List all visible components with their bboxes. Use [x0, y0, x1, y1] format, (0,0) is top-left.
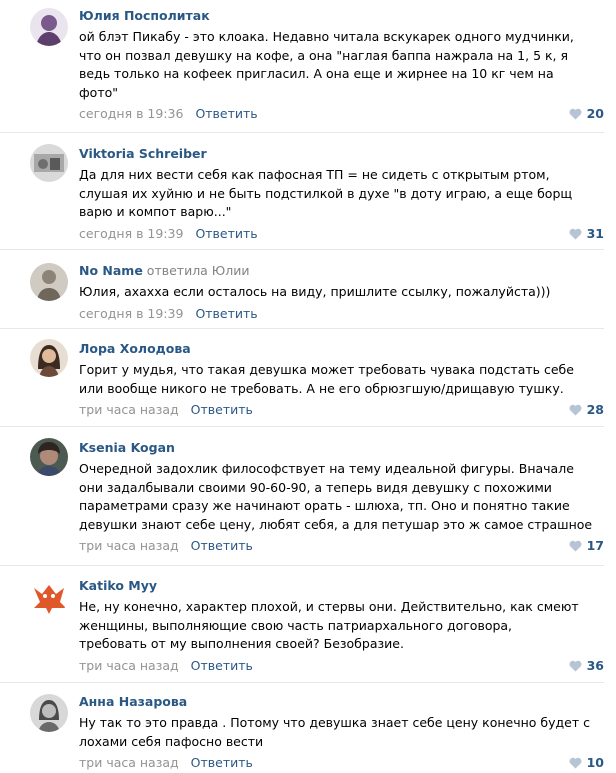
avatar[interactable] — [30, 144, 68, 182]
comment-meta: сегодня в 19:39 Ответить 31 — [79, 225, 604, 243]
comment-timestamp[interactable]: три часа назад — [79, 538, 179, 553]
comment-text: Горит у мудья, что такая девушка может т… — [79, 361, 604, 398]
comment-timestamp[interactable]: три часа назад — [79, 755, 179, 770]
comment-text-line: варю и компот варю..." — [79, 204, 232, 219]
comment-text-line: требовать от му выполнения своей? Безобр… — [79, 636, 404, 651]
comment-author: Юлия Посполитак — [79, 7, 604, 25]
avatar[interactable] — [30, 8, 68, 46]
comment-text: Юлия, ахахха если осталось на виду, приш… — [79, 283, 604, 302]
heart-icon — [569, 757, 582, 769]
heart-icon — [569, 404, 582, 416]
comment-text-line: ой блэт Пикабу - это клоака. Недавно чит… — [79, 29, 574, 44]
comment-text-line: параметрами сразу же начинают орать - шл… — [79, 498, 570, 513]
author-name-link[interactable]: Анна Назарова — [79, 694, 187, 709]
comment-text-line: или вообще никого не требовать. А не его… — [79, 380, 564, 396]
reply-button[interactable]: Ответить — [195, 226, 257, 241]
comment: Юлия Посполитак ой блэт Пикабу - это кло… — [0, 0, 604, 133]
comment-text-line: что он позвал девушку на кофе, а она "на… — [79, 47, 569, 63]
reply-button[interactable]: Ответить — [191, 538, 253, 553]
comment-meta: три часа назад Ответить 28 — [79, 401, 604, 419]
like-button[interactable]: 36 — [569, 657, 604, 675]
comment-text: Ну так то это правда . Потому что девушк… — [79, 714, 604, 751]
like-count: 36 — [586, 657, 604, 673]
author-name-link[interactable]: No Name — [79, 263, 143, 278]
comment: Katiko Myy Не, ну конечно, характер плох… — [0, 566, 604, 683]
reply-button[interactable]: Ответить — [191, 755, 253, 770]
reply-button[interactable]: Ответить — [191, 658, 253, 673]
comment-timestamp[interactable]: сегодня в 19:36 — [79, 106, 183, 121]
avatar[interactable] — [30, 694, 68, 732]
comment-author: Viktoria Schreiber — [79, 145, 604, 163]
comment-author: Лора Холодова — [79, 340, 604, 358]
comment-text: Да для них вести себя как пафосная ТП = … — [79, 166, 604, 222]
comment-text-line: они задалбывали своими 90-60-90, а тепер… — [79, 479, 552, 495]
comment-timestamp[interactable]: сегодня в 19:39 — [79, 306, 183, 321]
heart-icon — [569, 108, 582, 120]
comment-text-line: Очередной задохлик философствует на тему… — [79, 461, 574, 476]
comment-meta: три часа назад Ответить 10 — [79, 754, 604, 772]
reply-button[interactable]: Ответить — [195, 306, 257, 321]
like-count: 20 — [586, 106, 604, 121]
comment-timestamp[interactable]: три часа назад — [79, 658, 179, 673]
comment-text: Не, ну конечно, характер плохой, и стерв… — [79, 598, 604, 654]
comment-text: Очередной задохлик философствует на тему… — [79, 460, 604, 534]
comment-text: ой блэт Пикабу - это клоака. Недавно чит… — [79, 28, 604, 102]
comment-text-line: женщины, выполняющие свою часть патриарх… — [79, 617, 513, 633]
comment-text-line: девушки знают себе цену, любят себя, а д… — [79, 516, 593, 532]
author-name-link[interactable]: Юлия Посполитак — [79, 8, 210, 23]
like-button[interactable]: 10 — [569, 754, 604, 772]
comment: Ksenia Kogan Очередной задохлик философс… — [0, 427, 604, 566]
comment-meta: три часа назад Ответить 17 — [79, 537, 604, 555]
like-count: 10 — [586, 755, 604, 770]
comment-text-line: Юлия, ахахха если осталось на виду, приш… — [79, 284, 551, 299]
comment-text-line: фото" — [79, 84, 119, 100]
author-name-link[interactable]: Viktoria Schreiber — [79, 146, 207, 161]
comment-timestamp[interactable]: сегодня в 19:39 — [79, 226, 183, 241]
comment-text-line: Да для них вести себя как пафосная ТП = … — [79, 167, 550, 182]
like-count: 28 — [586, 402, 604, 417]
avatar[interactable] — [30, 339, 68, 377]
heart-icon — [569, 660, 582, 671]
avatar[interactable] — [30, 263, 68, 301]
comment-meta: сегодня в 19:36 Ответить 20 — [79, 105, 604, 123]
comment-meta: три часа назад Ответить 36 — [79, 657, 604, 675]
comment-author: No Name ответила Юлии — [79, 262, 604, 280]
heart-icon — [569, 228, 582, 239]
like-count: 17 — [586, 538, 604, 553]
comment-text-line: лохами себя пафосно вести — [79, 733, 264, 749]
heart-icon — [569, 540, 582, 552]
comment-meta: сегодня в 19:39 Ответить — [79, 305, 604, 323]
comment-text-line: Горит у мудья, что такая девушка может т… — [79, 362, 574, 377]
avatar[interactable] — [30, 438, 68, 476]
comment-list: Юлия Посполитак ой блэт Пикабу - это кло… — [0, 0, 616, 773]
reply-button[interactable]: Ответить — [191, 402, 253, 417]
like-count: 31 — [586, 225, 604, 241]
comment-author: Ksenia Kogan — [79, 439, 604, 457]
comment-author: Katiko Myy — [79, 577, 604, 595]
comment-text-line: Ну так то это правда . Потому что девушк… — [79, 715, 590, 730]
comment-text-line: слушая их хуйню и не быть подстилкой в д… — [79, 185, 573, 201]
like-button[interactable]: 17 — [569, 537, 604, 555]
comment-timestamp[interactable]: три часа назад — [79, 402, 179, 417]
like-button[interactable]: 31 — [569, 225, 604, 243]
comment: No Name ответила Юлии Юлия, ахахха если … — [0, 250, 604, 329]
author-name-link[interactable]: Лора Холодова — [79, 341, 191, 356]
reply-button[interactable]: Ответить — [195, 106, 257, 121]
comment: Viktoria Schreiber Да для них вести себя… — [0, 133, 604, 250]
like-button[interactable]: 20 — [569, 105, 604, 123]
comment-text-line: Не, ну конечно, характер плохой, и стерв… — [79, 599, 579, 614]
comment-text-line: ведь только на кофеек пригласил. А она е… — [79, 66, 554, 81]
comment-author: Анна Назарова — [79, 693, 604, 711]
like-button[interactable]: 28 — [569, 401, 604, 419]
author-name-link[interactable]: Ksenia Kogan — [79, 440, 175, 455]
author-name-link[interactable]: Katiko Myy — [79, 578, 157, 593]
avatar[interactable] — [30, 578, 68, 616]
comment: Лора Холодова Горит у мудья, что такая д… — [0, 329, 604, 427]
comment: Анна Назарова Ну так то это правда . Пот… — [0, 683, 604, 773]
reply-to-label[interactable]: ответила Юлии — [147, 263, 250, 278]
